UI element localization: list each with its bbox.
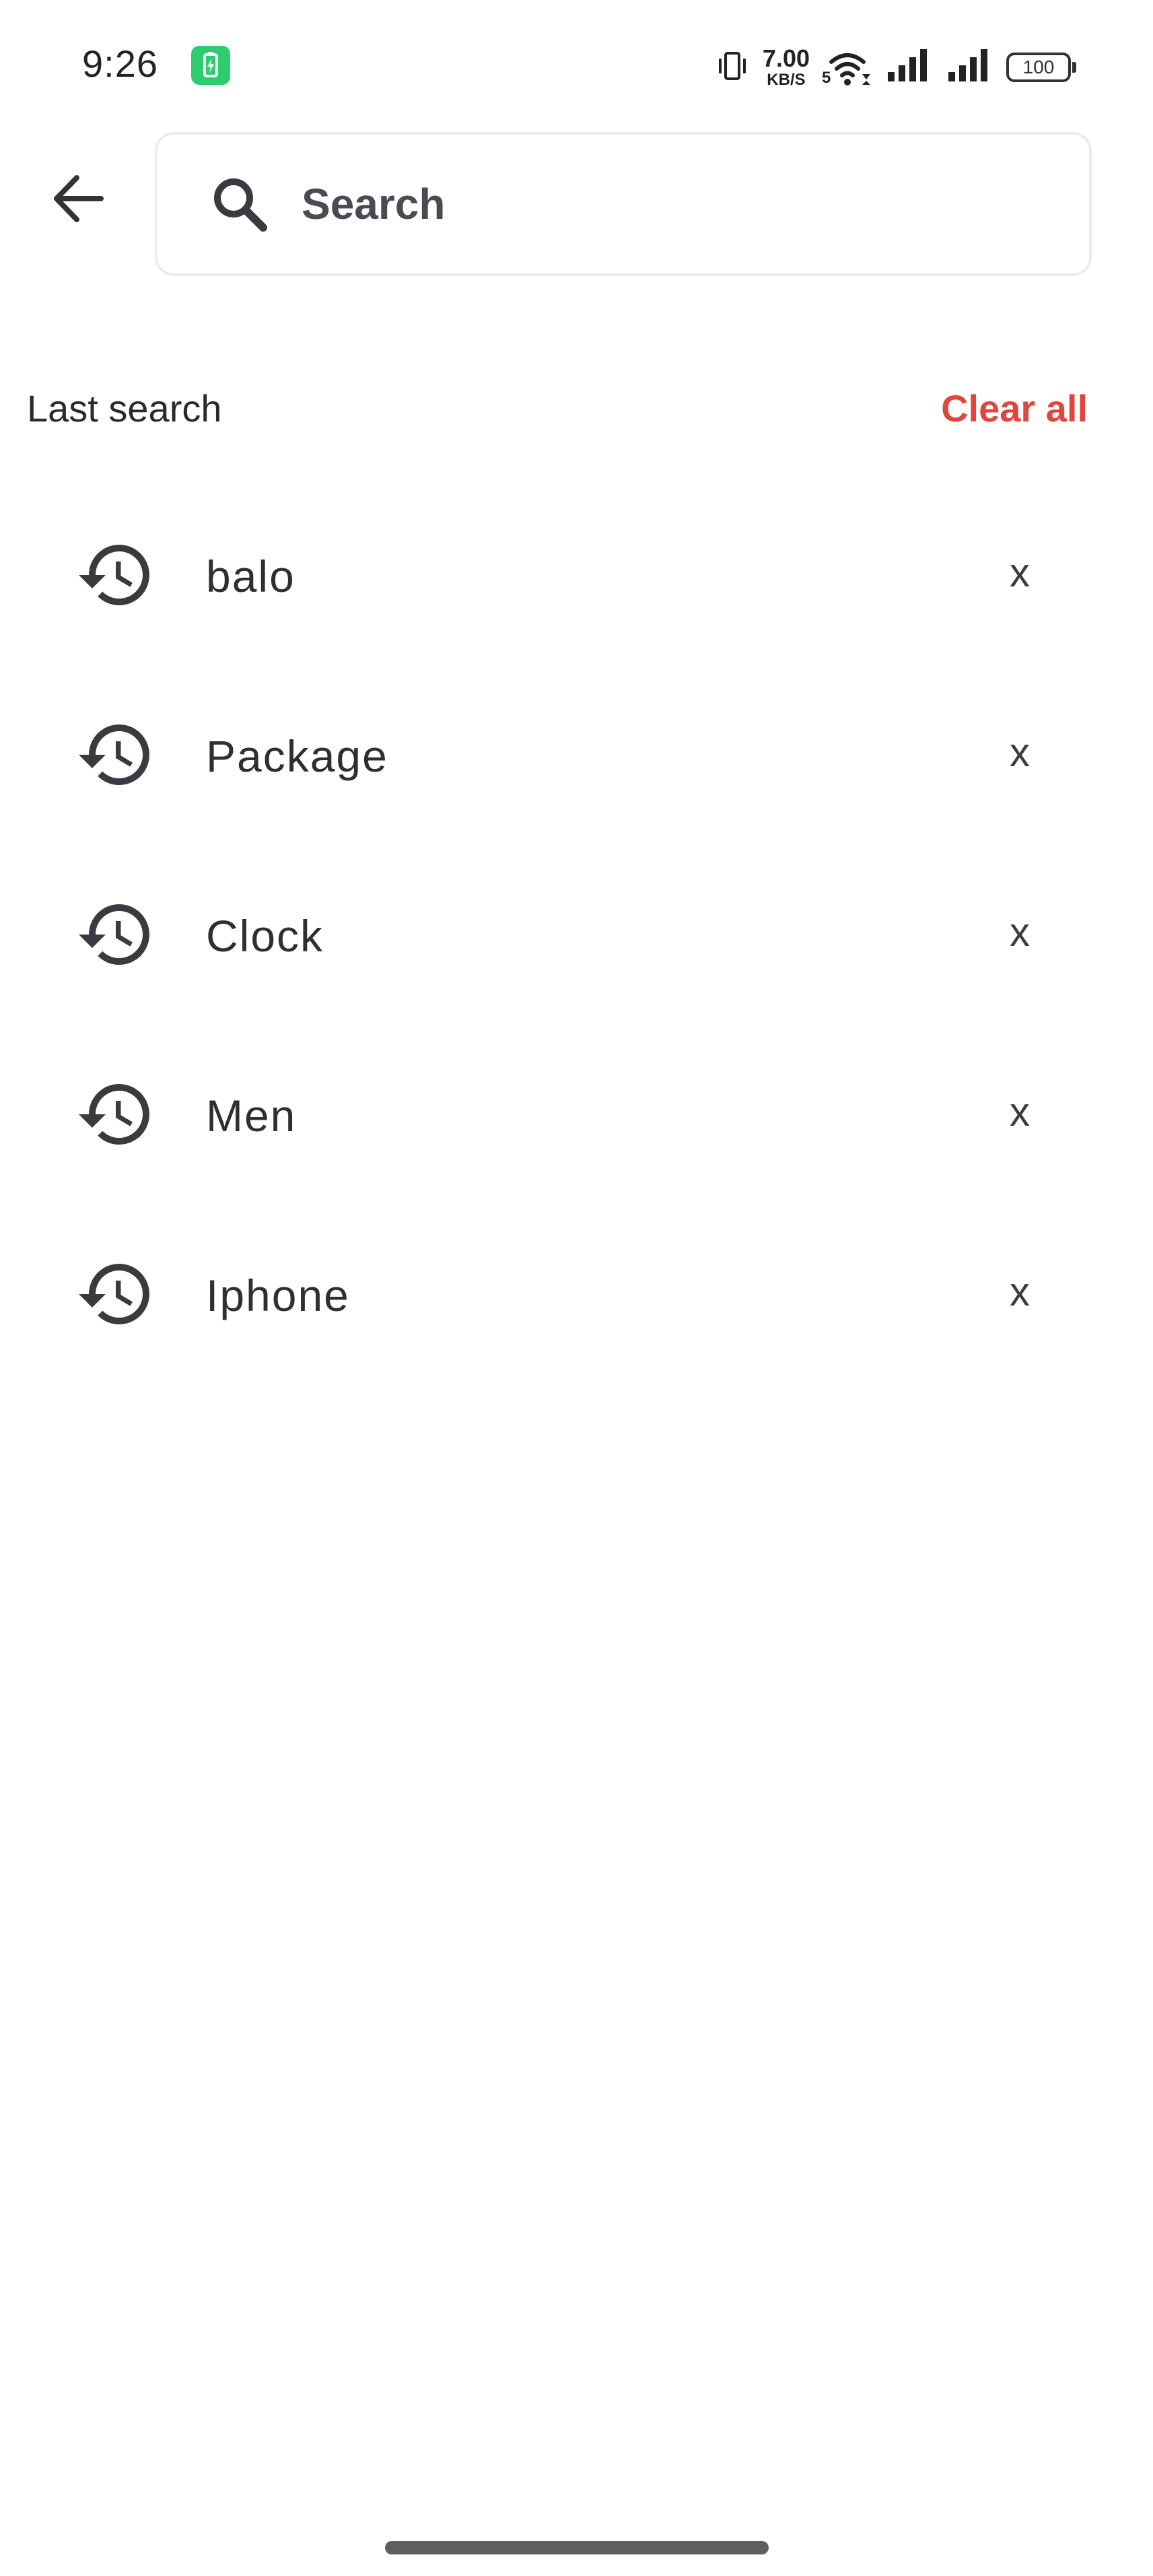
- history-icon: [79, 1264, 149, 1324]
- history-item-balo[interactable]: balo x: [0, 486, 1153, 666]
- history-item-clock[interactable]: Clock x: [0, 846, 1153, 1025]
- history-item-iphone[interactable]: Iphone x: [0, 1205, 1153, 1385]
- search-history-list: balo x Package x Clock x Men x Iphone x: [0, 486, 1153, 1385]
- remove-history-button[interactable]: x: [996, 1262, 1043, 1322]
- remove-history-button[interactable]: x: [996, 1082, 1043, 1143]
- battery-icon: 100: [1006, 53, 1076, 82]
- remove-history-button[interactable]: x: [996, 543, 1043, 603]
- wifi-badge: 5: [822, 69, 831, 87]
- battery-level: 100: [1022, 57, 1055, 77]
- status-icons: 7.00 KB/S 5 100: [714, 40, 1076, 94]
- history-icon: [79, 545, 149, 606]
- history-item-package[interactable]: Package x: [0, 666, 1153, 846]
- arrow-left-icon: [54, 175, 104, 222]
- history-item-men[interactable]: Men x: [0, 1025, 1153, 1205]
- back-button[interactable]: [40, 162, 114, 236]
- history-icon: [79, 904, 149, 965]
- network-speed: 7.00 KB/S: [763, 46, 810, 88]
- battery-charging-icon: [191, 46, 230, 85]
- history-item-label: Men: [206, 1091, 297, 1141]
- network-speed-value: 7.00: [762, 44, 810, 72]
- search-icon: [206, 170, 273, 238]
- history-icon: [79, 724, 149, 785]
- status-bar: 9:26 7.00 KB/S 5 100: [0, 0, 1153, 135]
- vibrate-icon: [714, 48, 750, 88]
- history-item-label: Iphone: [206, 1270, 350, 1320]
- history-icon: [79, 1084, 149, 1145]
- clear-all-button[interactable]: Clear all: [941, 386, 1088, 430]
- history-item-label: Clock: [206, 911, 324, 961]
- signal-icon-sim1: [885, 48, 934, 88]
- history-item-label: Package: [206, 731, 388, 781]
- home-indicator[interactable]: [385, 2541, 769, 2554]
- remove-history-button[interactable]: x: [996, 902, 1043, 963]
- status-time: 9:26: [82, 42, 158, 85]
- history-item-label: balo: [206, 551, 295, 601]
- wifi-icon: 5: [822, 47, 873, 88]
- last-search-title: Last search: [27, 387, 222, 430]
- remove-history-button[interactable]: x: [996, 722, 1043, 783]
- network-speed-unit: KB/S: [767, 71, 806, 89]
- search-bar[interactable]: [155, 132, 1092, 276]
- search-input[interactable]: [300, 178, 976, 230]
- signal-icon-sim2: [946, 48, 994, 88]
